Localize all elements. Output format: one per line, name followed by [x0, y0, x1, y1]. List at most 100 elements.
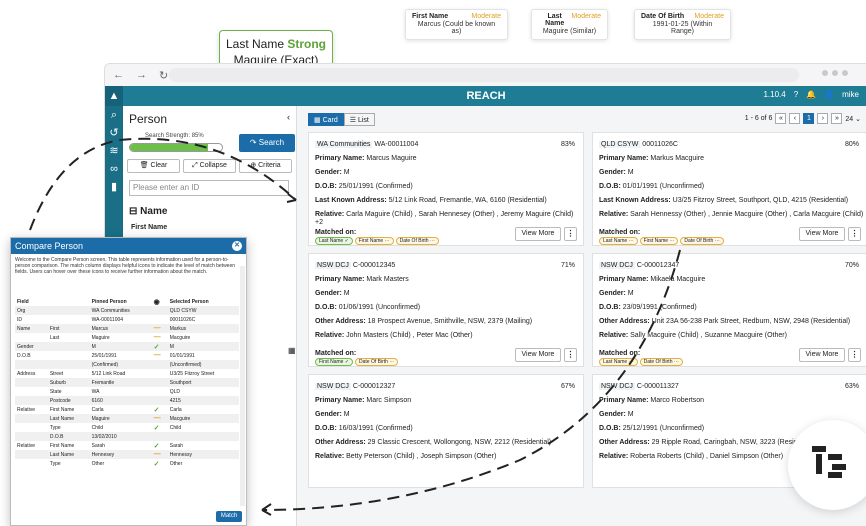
match-indicator-icon[interactable]: ✓ — [152, 441, 168, 450]
view-more-button[interactable]: View More — [799, 348, 845, 362]
criteria-button[interactable]: ⊕ Criteria — [239, 159, 292, 173]
compare-field: Name — [15, 324, 48, 333]
last-page-button[interactable]: » — [831, 113, 843, 124]
compare-field — [15, 378, 48, 387]
match-indicator-icon[interactable] — [151, 378, 168, 387]
user-name[interactable]: mike — [842, 90, 859, 99]
result-card[interactable]: NSW DCJ C-000012347 70% Primary Name: Mi… — [592, 253, 866, 367]
card-address: Last Known Address: U3/25 Fitzroy Street… — [599, 197, 865, 205]
compare-subfield — [47, 306, 90, 315]
match-indicator-icon[interactable]: ✓ — [152, 405, 168, 414]
document-icon[interactable]: ▮ — [105, 178, 123, 196]
first-name-callout: First Name Moderate Marcus (Could be know… — [405, 9, 508, 40]
match-indicator-icon[interactable]: — — [151, 414, 168, 423]
clear-button[interactable]: 🗑 Clear — [127, 159, 180, 173]
feed-icon[interactable]: ≋ — [105, 142, 123, 160]
browser-menu-dots[interactable] — [822, 70, 848, 76]
view-more-button[interactable]: View More — [515, 227, 561, 241]
match-indicator-icon[interactable]: — — [151, 324, 168, 333]
matched-on-label: Matched on: — [315, 229, 357, 236]
search-button[interactable]: ↷ Search — [239, 134, 295, 152]
compare-selected-value: QLD CSYW — [167, 306, 239, 315]
compare-field — [15, 387, 48, 396]
result-card[interactable]: NSW DCJ C-000012327 67% Primary Name: Ma… — [308, 374, 584, 488]
compare-pinned-value: (Confirmed) — [89, 360, 152, 369]
compare-row: Type Other ✓ Other — [15, 459, 239, 468]
list-icon: ☰ — [349, 117, 358, 124]
app-logo-icon[interactable]: ▲ — [105, 86, 123, 106]
next-page-button[interactable]: › — [817, 113, 829, 124]
card-dob-value: 01/01/1991 (Unconfirmed) — [622, 183, 705, 190]
eye-icon[interactable]: ◉ — [152, 297, 168, 306]
user-icon[interactable]: 👤 — [824, 90, 834, 99]
card-menu-icon[interactable]: ⋮ — [848, 348, 861, 362]
forward-icon[interactable]: → — [136, 69, 147, 81]
card-menu-icon[interactable]: ⋮ — [564, 348, 577, 362]
match-indicator-icon[interactable] — [151, 432, 168, 441]
match-indicator-icon[interactable] — [151, 360, 168, 369]
reload-icon[interactable]: ↻ — [159, 69, 168, 82]
match-chips: Last Name ✓ First Name ⋯ Date Of Birth ⋯ — [315, 237, 439, 245]
per-page-value: 24 — [845, 115, 854, 123]
match-chip: First Name ⋯ — [639, 237, 679, 245]
compare-field: Gender — [15, 342, 48, 351]
card-address-label: Other Address: — [599, 318, 650, 325]
compare-field: Relative — [17, 406, 36, 413]
minus-square-icon: ⊟ — [129, 206, 141, 217]
compare-selected-value: Markus — [167, 324, 239, 333]
close-icon[interactable]: ✕ — [232, 241, 242, 251]
collapse-panel-icon[interactable]: ‹ — [287, 112, 290, 122]
match-indicator-icon[interactable]: ✓ — [152, 423, 168, 432]
compare-pinned-value: Maguire — [91, 334, 110, 341]
card-menu-icon[interactable]: ⋮ — [564, 227, 577, 241]
match-indicator-icon[interactable] — [152, 315, 168, 324]
compare-subfield: Type — [49, 424, 61, 431]
history-icon[interactable]: ↺ — [105, 124, 123, 142]
compare-subfield: Last Name — [47, 414, 90, 423]
prev-page-button[interactable]: ‹ — [789, 113, 801, 124]
view-more-button[interactable]: View More — [515, 348, 561, 362]
view-more-button[interactable]: View More — [799, 227, 845, 241]
result-card[interactable]: WA Communities WA-00011004 83% Primary N… — [308, 132, 584, 246]
compare-field — [15, 432, 48, 441]
match-indicator-icon[interactable] — [151, 306, 168, 315]
id-input[interactable]: Please enter an ID — [129, 180, 289, 196]
compare-table: Field Pinned Person ◉ Selected Person Or… — [15, 297, 239, 468]
match-indicator-icon[interactable]: — — [151, 450, 168, 459]
compare-selected-value: Carla — [169, 406, 182, 413]
result-card[interactable]: QLD CSYW 00011026C 80% Primary Name: Mar… — [592, 132, 866, 246]
first-page-button[interactable]: « — [775, 113, 787, 124]
card-menu-icon[interactable]: ⋮ — [848, 227, 861, 241]
per-page-select[interactable]: 24 ⌄ — [845, 115, 861, 123]
card-view-button[interactable]: ▦ Card — [308, 113, 344, 126]
compare-selected-value: 00011026C — [169, 316, 196, 323]
name-section-header[interactable]: ⊟ Name — [129, 206, 167, 217]
card-gender-value: M — [343, 290, 350, 297]
compare-subfield: Street — [49, 370, 64, 377]
match-indicator-icon[interactable]: ✓ — [151, 342, 168, 351]
url-bar[interactable] — [169, 68, 799, 82]
match-indicator-icon[interactable]: — — [152, 333, 168, 342]
calendar-icon[interactable]: ▦ — [288, 346, 296, 355]
help-icon[interactable]: ? — [794, 90, 798, 99]
collapse-button[interactable]: ⤢ Collapse — [183, 159, 236, 173]
card-primary-name-value: Marcus Maguire — [366, 155, 417, 162]
result-card[interactable]: NSW DCJ C-000012345 71% Primary Name: Ma… — [308, 253, 584, 367]
list-view-button[interactable]: ☰ List — [343, 113, 375, 126]
match-chip: Date Of Birth ⋯ — [639, 358, 683, 366]
match-indicator-icon[interactable] — [152, 387, 168, 396]
match-indicator-icon[interactable]: — — [152, 351, 168, 360]
match-button[interactable]: Match — [216, 511, 242, 522]
page-number-button[interactable]: 1 — [803, 113, 815, 124]
match-indicator-icon[interactable] — [151, 396, 168, 405]
compare-pinned-value: WA — [91, 388, 100, 395]
back-icon[interactable]: ← — [113, 69, 124, 81]
search-icon[interactable]: ⌕ — [105, 106, 123, 124]
match-indicator-icon[interactable]: ✓ — [152, 459, 168, 468]
compare-pinned-value: Sarah — [91, 442, 105, 449]
match-indicator-icon[interactable] — [152, 369, 168, 378]
bell-icon[interactable]: 🔔 — [806, 90, 816, 99]
link-icon[interactable]: ∞ — [105, 160, 123, 178]
match-chips: Last Name ⋯ Date Of Birth ⋯ — [599, 358, 683, 366]
dialog-scrollbar[interactable] — [240, 266, 245, 506]
